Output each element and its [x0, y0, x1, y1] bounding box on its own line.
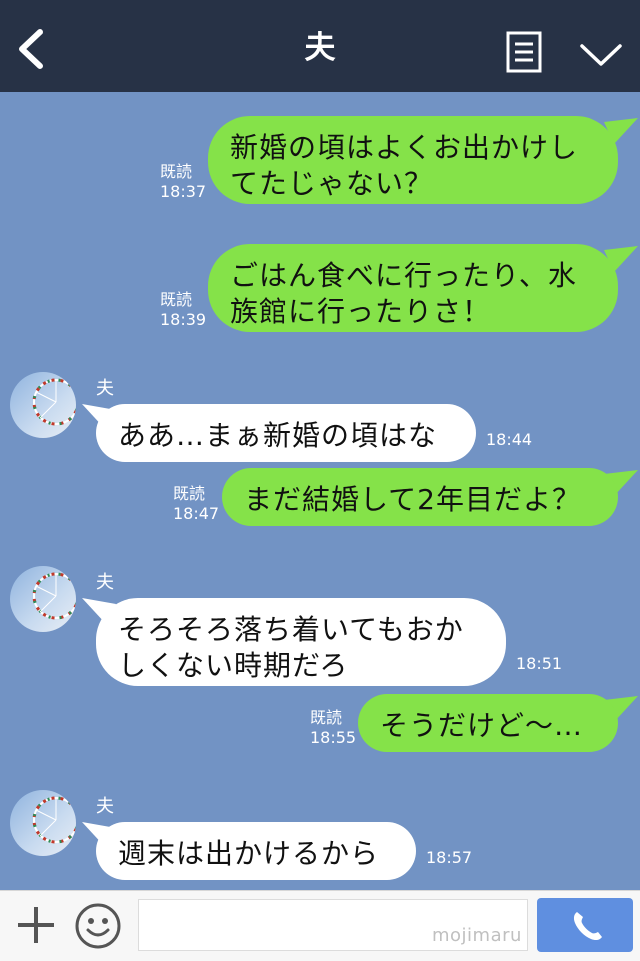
ferris-wheel-icon — [32, 378, 76, 426]
ferris-wheel-icon — [32, 796, 76, 844]
chat-title: 夫 — [304, 30, 336, 66]
message-time: 18:37 — [160, 182, 207, 201]
plus-icon[interactable] — [14, 903, 58, 947]
their-message-bubble[interactable]: 週末は出かけるから — [96, 822, 416, 880]
avatar[interactable] — [10, 790, 76, 856]
document-icon[interactable] — [506, 31, 542, 73]
message-list[interactable]: 既読 18:37 新婚の頃はよくお出かけし てたじゃない？ 既読 18:39 ご… — [0, 92, 640, 890]
watermark-text: mojimaru — [432, 925, 522, 946]
read-label: 既読 — [160, 162, 193, 181]
message-time: 18:55 — [310, 728, 357, 747]
their-message-bubble[interactable]: ああ…まぁ新婚の頃はな — [96, 404, 476, 462]
my-message-bubble[interactable]: ごはん食べに行ったり、水 族館に行ったりさ！ — [208, 244, 618, 332]
message-time: 18:57 — [426, 848, 473, 867]
read-label: 既読 — [310, 708, 343, 727]
sender-name: 夫 — [96, 378, 114, 399]
their-message-bubble[interactable]: そろそろ落ち着いてもおか しくない時期だろ — [96, 598, 506, 686]
my-message-bubble[interactable]: そうだけど〜… — [358, 694, 618, 752]
chevron-down-icon[interactable] — [578, 38, 624, 70]
my-message-bubble[interactable]: まだ結婚して2年目だよ？ — [222, 468, 618, 526]
read-label: 既読 — [173, 484, 206, 503]
my-message-bubble[interactable]: 新婚の頃はよくお出かけし てたじゃない？ — [208, 116, 618, 204]
smiley-icon[interactable] — [74, 902, 122, 950]
avatar[interactable] — [10, 566, 76, 632]
read-receipt: 既読 18:37 — [160, 162, 206, 202]
sender-name: 夫 — [96, 796, 114, 817]
sender-name: 夫 — [96, 572, 114, 593]
read-receipt: 既読 18:55 — [310, 708, 356, 748]
chat-header: 夫 — [0, 0, 640, 92]
message-time: 18:39 — [160, 310, 207, 329]
phone-icon — [573, 912, 602, 941]
read-receipt: 既読 18:39 — [160, 290, 206, 330]
avatar[interactable] — [10, 372, 76, 438]
back-chevron-left-icon[interactable] — [12, 26, 52, 72]
read-label: 既読 — [160, 290, 193, 309]
read-receipt: 既読 18:47 — [173, 484, 219, 524]
ferris-wheel-icon — [32, 572, 76, 620]
message-time: 18:47 — [173, 504, 220, 523]
call-button[interactable] — [537, 898, 633, 952]
message-time: 18:51 — [516, 654, 563, 673]
message-time: 18:44 — [486, 430, 533, 449]
input-bar: mojimaru — [0, 890, 640, 961]
